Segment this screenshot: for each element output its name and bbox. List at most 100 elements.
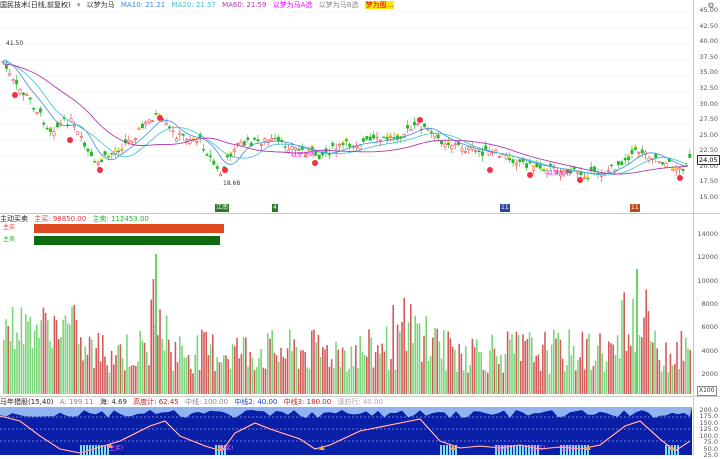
volume-bar	[660, 371, 663, 394]
candle-highlight	[192, 137, 195, 140]
volume-bar	[535, 355, 537, 394]
price-axis-tick: 30.00	[699, 99, 718, 108]
candle-body	[593, 166, 597, 171]
volume-bar	[60, 336, 62, 394]
badge-1[interactable]: 江南	[215, 204, 230, 212]
candle-body	[185, 139, 189, 142]
volume-bar	[150, 299, 152, 394]
volume-bar	[379, 353, 381, 394]
volume-bar	[513, 353, 515, 394]
volume-bar	[392, 305, 394, 394]
indicator-extra-label: 谨防行: 40.00	[337, 398, 384, 406]
indicator-mid1-label: 中线: 100.00	[185, 398, 229, 406]
candle-body	[477, 150, 481, 152]
candle-body	[236, 142, 240, 145]
price-chart-canvas[interactable]	[0, 0, 720, 213]
candle-body	[504, 154, 508, 160]
low-price-label: 18.68	[223, 180, 241, 187]
price-axis-tick: 37.50	[699, 52, 718, 61]
volume-chart-panel[interactable]: 主动买卖 主买: 98850.00 主卖: 112453.00 主买 主卖 14…	[0, 213, 720, 397]
price-chart-panel[interactable]: 国民技术(日线,前复权) ▾ 以梦为马 MA10: 21.21 MA20: 21…	[0, 0, 720, 213]
volume-bar	[242, 337, 245, 394]
tag-label: 梦为股...	[364, 1, 395, 9]
volume-bar	[275, 355, 278, 394]
volume-bar	[187, 354, 190, 394]
candle-body	[225, 155, 229, 158]
volume-bar	[337, 349, 339, 394]
candle-body	[42, 122, 46, 125]
candle-body	[164, 122, 168, 126]
volume-title[interactable]: 主动买卖	[0, 215, 28, 223]
volume-bar	[410, 304, 412, 394]
volume-bar	[97, 332, 100, 394]
volume-bar	[658, 359, 661, 394]
volume-bar	[42, 307, 45, 394]
volume-bar	[493, 348, 496, 394]
volume-bar	[619, 358, 621, 394]
badge-2[interactable]: 4	[272, 204, 278, 212]
signal-dot	[157, 115, 163, 121]
candle-body	[385, 136, 389, 140]
volume-bar	[590, 369, 592, 394]
buy-marker-2: 主买!	[219, 445, 234, 452]
candle-body	[100, 159, 104, 162]
candle-body	[72, 124, 76, 128]
volume-bar	[311, 330, 313, 394]
volume-chart-canvas[interactable]	[0, 214, 720, 397]
expand-icon[interactable]: ▾	[77, 1, 81, 9]
indicator-title[interactable]: 马年猎股(15,40)	[0, 398, 54, 406]
volume-bar	[196, 335, 199, 394]
candle-body	[15, 80, 19, 85]
volume-bar	[236, 337, 238, 394]
candle-body	[96, 162, 100, 165]
volume-bar	[9, 340, 12, 394]
candle-body	[378, 139, 382, 142]
stock-name[interactable]: 国民技术(日线,前复权)	[0, 1, 71, 9]
candle-body	[358, 144, 362, 150]
badge-3[interactable]: 11	[500, 204, 510, 212]
volume-bar	[414, 315, 416, 394]
candle-body	[484, 145, 488, 150]
volume-bar	[291, 350, 293, 394]
volume-bar	[484, 370, 487, 394]
volume-bar	[412, 343, 414, 394]
volume-bar	[511, 334, 513, 394]
candle-body	[348, 143, 352, 147]
candle-body	[528, 161, 532, 164]
candle-body	[511, 159, 515, 163]
buy-bar-label: 主买	[3, 224, 16, 231]
volume-bar	[394, 369, 397, 394]
candle-body	[38, 108, 42, 113]
candle-body	[144, 121, 148, 125]
volume-bar	[137, 361, 139, 394]
volume-bar	[368, 329, 370, 394]
volume-bar	[44, 312, 47, 394]
volume-bar	[465, 346, 467, 394]
candle-body	[151, 120, 155, 122]
candle-body	[317, 154, 321, 160]
indicator-panel[interactable]: 马年猎股(15,40) A: 199.11 海: 4.69 高度计: 62.45…	[0, 396, 720, 459]
volume-bar	[330, 359, 333, 394]
volume-bar	[473, 347, 476, 394]
candle-body	[674, 168, 678, 172]
candle-body	[389, 135, 393, 138]
volume-panel-header: 主动买卖 主买: 98850.00 主卖: 112453.00	[0, 214, 153, 224]
candle-body	[35, 112, 39, 115]
volume-bar	[132, 364, 135, 394]
volume-bar	[49, 341, 51, 394]
volume-bar	[284, 358, 287, 394]
volume-bar	[539, 370, 542, 394]
candle-body	[623, 157, 627, 161]
candle-body	[637, 152, 641, 154]
indicator-name[interactable]: 以梦为马	[87, 1, 115, 9]
candle-body	[28, 97, 32, 100]
volume-bar	[170, 352, 172, 394]
volume-bar	[366, 356, 368, 394]
volume-bar	[544, 331, 546, 394]
volume-bar	[247, 366, 249, 394]
volume-bar	[388, 370, 390, 394]
volume-bar	[258, 358, 260, 394]
candle-body	[406, 124, 410, 129]
volume-bar	[47, 320, 49, 394]
badge-4[interactable]: 11	[630, 204, 640, 212]
